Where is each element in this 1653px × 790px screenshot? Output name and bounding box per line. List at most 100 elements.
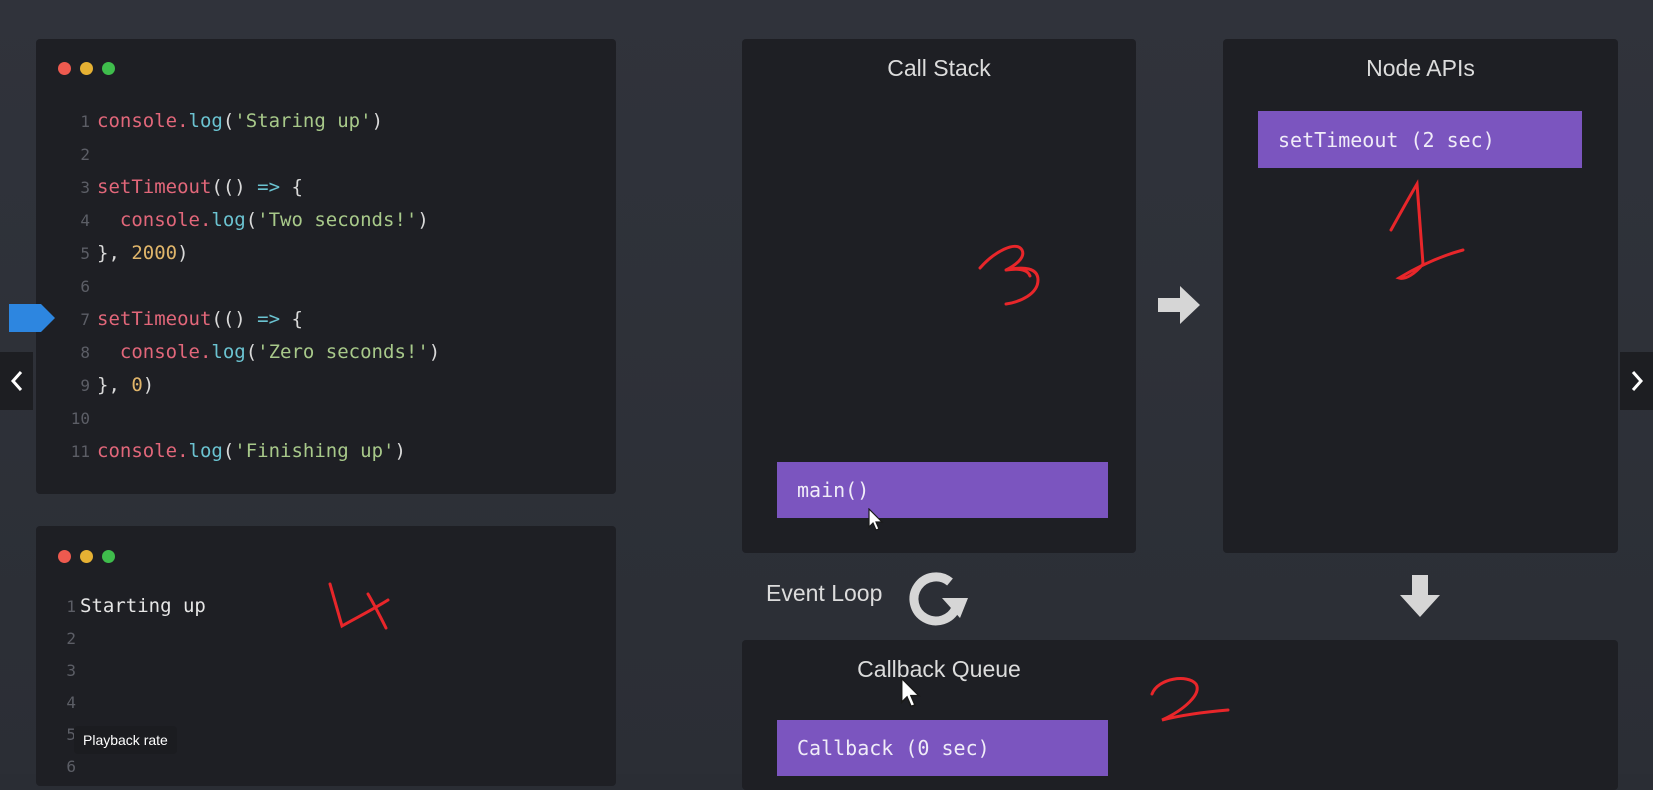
video-frame: 1 console.log('Staring up') 2 3 setTimeout((…: [0, 0, 1653, 790]
arrow-right-icon: [1158, 286, 1200, 324]
event-loop-refresh-icon: [909, 572, 968, 626]
line-number: 1: [66, 597, 76, 616]
code-line: 5}, 2000): [66, 237, 440, 270]
code-token: ): [417, 209, 429, 231]
annotation-1: [1389, 179, 1465, 280]
code-token: (: [245, 341, 258, 363]
code-token: setTimeout: [97, 308, 212, 330]
output-line: 3: [62, 654, 206, 686]
code-token: log: [211, 209, 246, 231]
line-number: 4: [80, 211, 90, 230]
code-token: (: [245, 209, 258, 231]
code-line: 2: [66, 138, 440, 171]
code-token: log: [211, 341, 246, 363]
maximize-dot: [102, 550, 115, 563]
event-loop-label: Event Loop: [766, 580, 883, 606]
code-token: {: [280, 308, 303, 330]
maximize-dot: [102, 62, 115, 75]
window-controls: [58, 62, 115, 75]
code-token: 'Finishing up': [234, 440, 395, 462]
code-token: =>: [257, 176, 281, 198]
output-text: Starting up: [80, 595, 206, 617]
line-number: 10: [70, 409, 90, 428]
line-number: 9: [80, 376, 90, 395]
code-token: =>: [257, 308, 281, 330]
node-apis-title: Node APIs: [1366, 55, 1475, 81]
arrow-down-icon: [1400, 575, 1440, 617]
code-token: console.: [97, 341, 212, 363]
annotation-2: [1150, 677, 1230, 722]
code-token: ): [394, 440, 406, 462]
line-number: 4: [66, 693, 76, 712]
code-line: 9}, 0): [66, 369, 440, 402]
output-line: 1 Starting up: [62, 590, 206, 622]
close-dot: [58, 62, 71, 75]
callback-queue-item: Callback (0 sec): [777, 720, 1108, 776]
previous-button[interactable]: [0, 352, 33, 410]
code-token: (: [222, 110, 235, 132]
call-stack-frame: main(): [777, 462, 1108, 518]
minimize-dot: [80, 62, 93, 75]
mouse-cursor-icon: [900, 677, 921, 708]
line-number: 2: [66, 629, 76, 648]
code-line: 1 console.log('Staring up'): [66, 105, 440, 138]
code-token: 'Zero seconds!': [257, 341, 429, 363]
code-token: 2000: [131, 242, 178, 264]
code-token: ): [142, 374, 155, 396]
code-token: ((): [211, 308, 258, 330]
chevron-left-icon: [10, 371, 22, 391]
line-number: 1: [80, 112, 90, 131]
line-number: 2: [80, 145, 90, 164]
line-number: 6: [66, 757, 76, 776]
code-token: console.: [97, 440, 189, 462]
next-button[interactable]: [1620, 352, 1653, 410]
code-line: 6: [66, 270, 440, 303]
call-stack-title: Call Stack: [887, 55, 991, 81]
code-line: 7 setTimeout(() => {: [66, 303, 440, 336]
code-line: 8 console.log('Zero seconds!'): [66, 336, 440, 369]
code-token: console.: [97, 209, 212, 231]
code-token: },: [97, 374, 132, 396]
code-token: 'Two seconds!': [257, 209, 418, 231]
minimize-dot: [80, 550, 93, 563]
line-number: 3: [80, 178, 90, 197]
playback-rate-tooltip: Playback rate: [74, 726, 177, 754]
line-number: 5: [80, 244, 90, 263]
output-line: 4: [62, 686, 206, 718]
call-stack-panel: Call Stack main(): [742, 39, 1136, 553]
line-number: 6: [80, 277, 90, 296]
code-token: ): [428, 341, 441, 363]
line-number: 8: [80, 343, 90, 362]
code-token: ): [177, 242, 189, 264]
code-line: 4 console.log('Two seconds!'): [66, 204, 440, 237]
chevron-right-icon: [1631, 371, 1643, 391]
output-line: 2: [62, 622, 206, 654]
line-number: 7: [80, 310, 90, 329]
code-token: 'Staring up': [234, 110, 372, 132]
code-line: 11 console.log('Finishing up'): [66, 435, 440, 468]
current-line-marker-icon: [9, 304, 55, 332]
code-token: {: [280, 176, 303, 198]
output-line: 6: [62, 750, 206, 782]
mouse-cursor-icon: [868, 508, 884, 531]
code-token: (: [222, 440, 235, 462]
code-token: ): [371, 110, 384, 132]
code-line: 3 setTimeout(() => {: [66, 171, 440, 204]
close-dot: [58, 550, 71, 563]
line-number: 3: [66, 661, 76, 680]
code-token: log: [188, 440, 223, 462]
line-number: 11: [70, 442, 90, 461]
code-token: setTimeout: [97, 176, 212, 198]
annotation-4: [328, 582, 390, 630]
code-token: ((): [211, 176, 258, 198]
annotation-3: [978, 244, 1040, 306]
code-token: },: [97, 242, 132, 264]
node-apis-panel: Node APIs setTimeout (2 sec): [1223, 39, 1618, 553]
code-token: log: [188, 110, 223, 132]
code-token: console.: [97, 110, 189, 132]
callback-queue-title: Callback Queue: [857, 656, 1021, 682]
code-token: 0: [131, 374, 143, 396]
node-api-timer: setTimeout (2 sec): [1258, 111, 1582, 168]
code-line: 10: [66, 402, 440, 435]
code-listing: 1 console.log('Staring up') 2 3 setTimeout((…: [66, 105, 440, 468]
